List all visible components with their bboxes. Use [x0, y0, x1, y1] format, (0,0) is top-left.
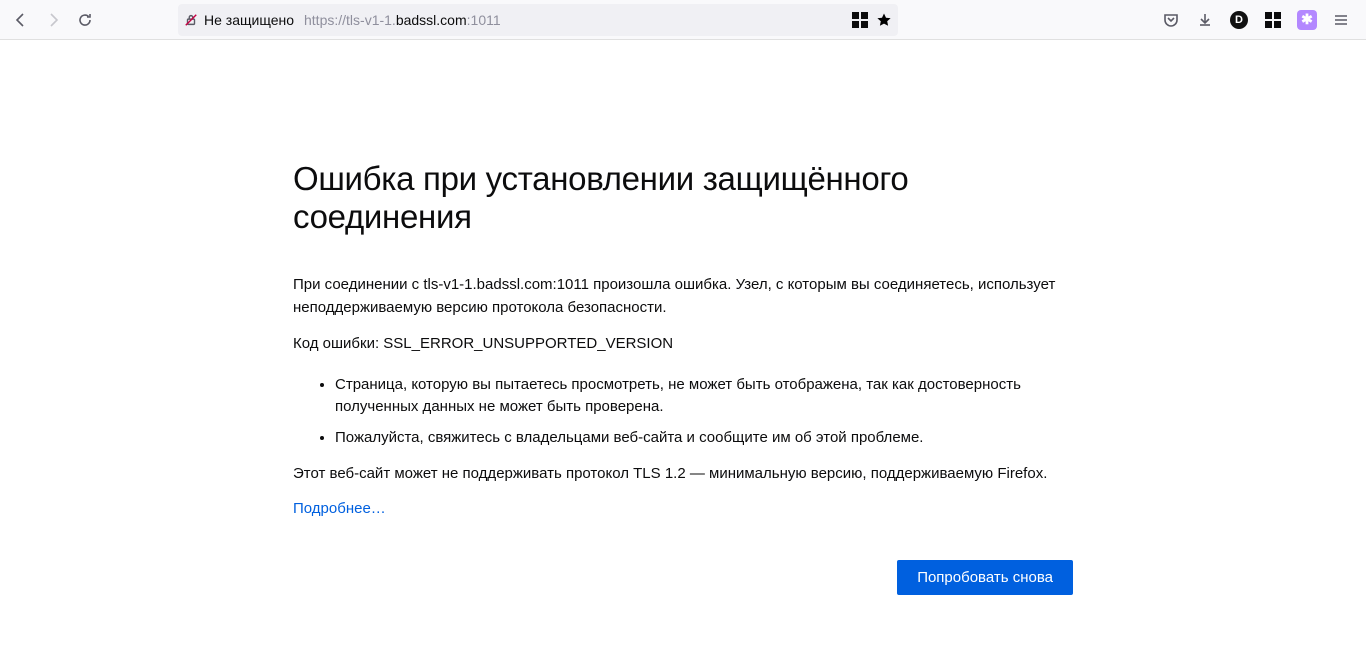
browser-toolbar: Не защищено https://tls-v1-1.badssl.com:… [0, 0, 1366, 40]
error-title: Ошибка при установлении защищённого соед… [293, 160, 1073, 236]
learn-more-link[interactable]: Подробнее… [293, 500, 386, 517]
qr-icon[interactable] [852, 12, 868, 28]
error-description: При соединении с tls-v1-1.badssl.com:101… [293, 274, 1073, 319]
error-tls-note: Этот веб-сайт может не поддерживать прот… [293, 463, 1073, 486]
error-bullets: Страница, которую вы пытаетесь просмотре… [293, 374, 1073, 450]
nav-reload-button[interactable] [70, 5, 100, 35]
try-again-button[interactable]: Попробовать снова [897, 560, 1073, 595]
error-page: Ошибка при установлении защищённого соед… [293, 160, 1073, 595]
error-bullet: Пожалуйста, свяжитесь с владельцами веб-… [335, 427, 1073, 450]
nav-back-button[interactable] [6, 5, 36, 35]
insecure-lock-icon [184, 13, 198, 27]
pocket-icon[interactable] [1156, 5, 1186, 35]
downloads-icon[interactable] [1190, 5, 1220, 35]
apps-grid-icon[interactable] [1258, 5, 1288, 35]
url-bar[interactable]: Не защищено https://tls-v1-1.badssl.com:… [178, 4, 898, 36]
nav-forward-button [38, 5, 68, 35]
error-bullet: Страница, которую вы пытаетесь просмотре… [335, 374, 1073, 419]
toolbar-right: D ✱ [1156, 5, 1360, 35]
extension-snowflake-icon[interactable]: ✱ [1292, 5, 1322, 35]
url-text: https://tls-v1-1.badssl.com:1011 [304, 12, 846, 28]
security-label: Не защищено [204, 12, 294, 28]
error-code: Код ошибки: SSL_ERROR_UNSUPPORTED_VERSIO… [293, 333, 1073, 356]
extension-d-icon[interactable]: D [1224, 5, 1254, 35]
app-menu-icon[interactable] [1326, 5, 1356, 35]
bookmark-star-icon[interactable] [876, 12, 892, 28]
